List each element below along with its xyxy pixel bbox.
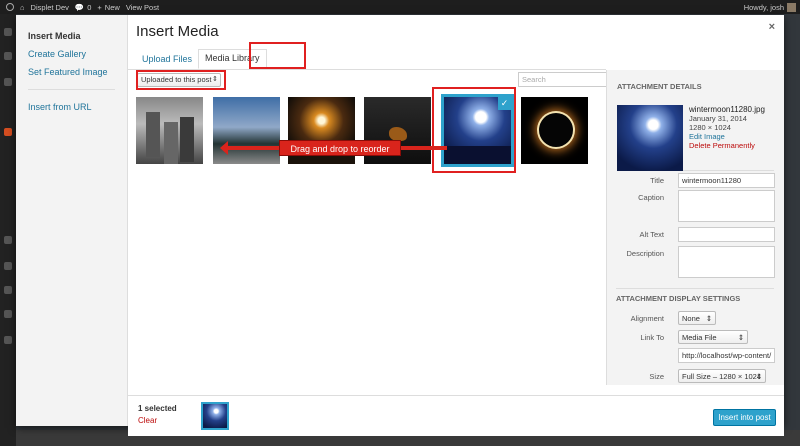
display-settings-heading-row: Attachment Display Settings — [616, 294, 774, 304]
admin-bar: ⌂ Displet Dev 💬 0 + New View Post Howdy, j… — [0, 0, 800, 14]
menu-item-insert-from-url[interactable]: Insert from URL — [16, 98, 127, 116]
close-icon[interactable]: × — [769, 21, 775, 33]
title-row: Title wintermoon11280 — [606, 173, 775, 189]
search-input[interactable]: Search — [518, 72, 607, 87]
media-icon[interactable] — [4, 78, 12, 86]
view-post-link[interactable]: View Post — [126, 3, 159, 12]
tab-upload-files[interactable]: Upload Files — [136, 51, 198, 69]
annotation-arrow-icon — [220, 141, 280, 155]
link-to-select[interactable]: Media File ⇕ — [678, 330, 748, 344]
media-toolbar: 1 selected Clear Insert into post — [128, 395, 784, 436]
description-textarea[interactable] — [678, 246, 775, 278]
site-name-link[interactable]: Displet Dev — [31, 3, 69, 12]
select-arrows-icon: ⇕ — [737, 333, 744, 342]
insert-into-post-button[interactable]: Insert into post — [713, 409, 776, 426]
select-arrows-icon: ⇕ — [755, 372, 762, 381]
dashboard-icon[interactable] — [4, 28, 12, 36]
alt-text-row: Alt Text — [606, 227, 775, 243]
link-to-value: Media File — [682, 333, 717, 342]
link-url-input[interactable]: http://localhost/wp-content/ — [678, 348, 775, 363]
alt-text-input[interactable] — [678, 227, 775, 242]
alignment-row: Alignment None ⇕ — [606, 311, 764, 327]
details-thumbnail — [617, 105, 683, 171]
attachment-info: wintermoon11280.jpg January 31, 2014 128… — [617, 97, 774, 171]
howdy-text: Howdy, josh — [743, 2, 784, 12]
wp-logo-icon[interactable] — [6, 3, 14, 11]
pages-icon[interactable] — [4, 128, 12, 136]
delete-permanently-link[interactable]: Delete Permanently — [689, 141, 765, 150]
details-heading: Attachment Details — [617, 82, 702, 91]
caption-row: Caption — [606, 190, 775, 224]
display-settings-heading: Attachment Display Settings — [616, 294, 741, 303]
size-label: Size — [649, 372, 664, 381]
annotation-box-filter — [136, 70, 226, 90]
title-label: Title — [650, 176, 664, 185]
select-arrows-icon: ⇕ — [705, 314, 712, 323]
link-to-label: Link To — [640, 333, 664, 342]
selection-count: 1 selected — [138, 404, 177, 413]
alignment-select[interactable]: None ⇕ — [678, 311, 716, 325]
edit-image-link[interactable]: Edit Image — [689, 132, 765, 141]
menu-item-insert-media[interactable]: Insert Media — [16, 27, 127, 45]
appearance-icon[interactable] — [4, 236, 12, 244]
settings-icon[interactable] — [4, 336, 12, 344]
attachment-thumbnail[interactable] — [521, 97, 588, 164]
alt-text-label: Alt Text — [639, 230, 664, 239]
size-value: Full Size – 1280 × 1024 — [682, 372, 762, 381]
details-filename: wintermoon11280.jpg — [689, 105, 765, 114]
drag-reorder-callout: Drag and drop to reorder — [279, 140, 401, 156]
annotation-box-tab — [249, 42, 306, 69]
details-meta: wintermoon11280.jpg January 31, 2014 128… — [689, 105, 765, 150]
caption-label: Caption — [638, 193, 664, 202]
comments-count: 0 — [87, 2, 92, 12]
alignment-value: None — [682, 314, 700, 323]
account-menu[interactable]: Howdy, josh — [743, 2, 796, 12]
menu-item-set-featured-image[interactable]: Set Featured Image — [16, 63, 127, 81]
alignment-label: Alignment — [630, 314, 664, 323]
details-date: January 31, 2014 — [689, 114, 747, 123]
menu-separator — [28, 89, 115, 90]
title-input[interactable]: wintermoon11280 — [678, 173, 775, 188]
link-to-row: Link To Media File ⇕ — [606, 330, 764, 346]
router-tabs: Upload Files Media Library — [136, 47, 267, 69]
tools-icon[interactable] — [4, 310, 12, 318]
link-url-row: http://localhost/wp-content/ — [606, 348, 775, 364]
attachment-thumbnail[interactable] — [136, 97, 203, 164]
checkmark-icon[interactable]: ✓ — [498, 97, 511, 110]
new-link[interactable]: + New — [97, 3, 119, 12]
home-icon[interactable]: ⌂ — [20, 3, 25, 12]
frame-title: Insert Media — [136, 23, 219, 40]
settings-divider — [616, 288, 774, 289]
caption-textarea[interactable] — [678, 190, 775, 222]
plugins-icon[interactable] — [4, 262, 12, 270]
comment-icon: 💬 — [74, 2, 85, 12]
new-label: New — [104, 2, 120, 12]
size-row: Size Full Size – 1280 × 1024 ⇕ — [606, 369, 766, 385]
description-row: Description — [606, 246, 775, 280]
annotation-line — [401, 146, 447, 150]
description-label: Description — [626, 249, 664, 258]
avatar — [787, 2, 796, 12]
users-icon[interactable] — [4, 286, 12, 294]
posts-icon[interactable] — [4, 52, 12, 60]
menu-item-create-gallery[interactable]: Create Gallery — [16, 45, 127, 63]
clear-selection-link[interactable]: Clear — [138, 416, 157, 425]
size-select[interactable]: Full Size – 1280 × 1024 ⇕ — [678, 369, 766, 383]
plus-icon: + — [97, 2, 102, 12]
admin-sidebar — [0, 14, 16, 446]
comments-link[interactable]: 💬 0 — [75, 3, 92, 12]
selection-thumbnail[interactable] — [201, 402, 229, 430]
details-dimensions: 1280 × 1024 — [689, 123, 731, 132]
media-frame-menu: Insert Media Create Gallery Set Featured… — [16, 15, 128, 426]
